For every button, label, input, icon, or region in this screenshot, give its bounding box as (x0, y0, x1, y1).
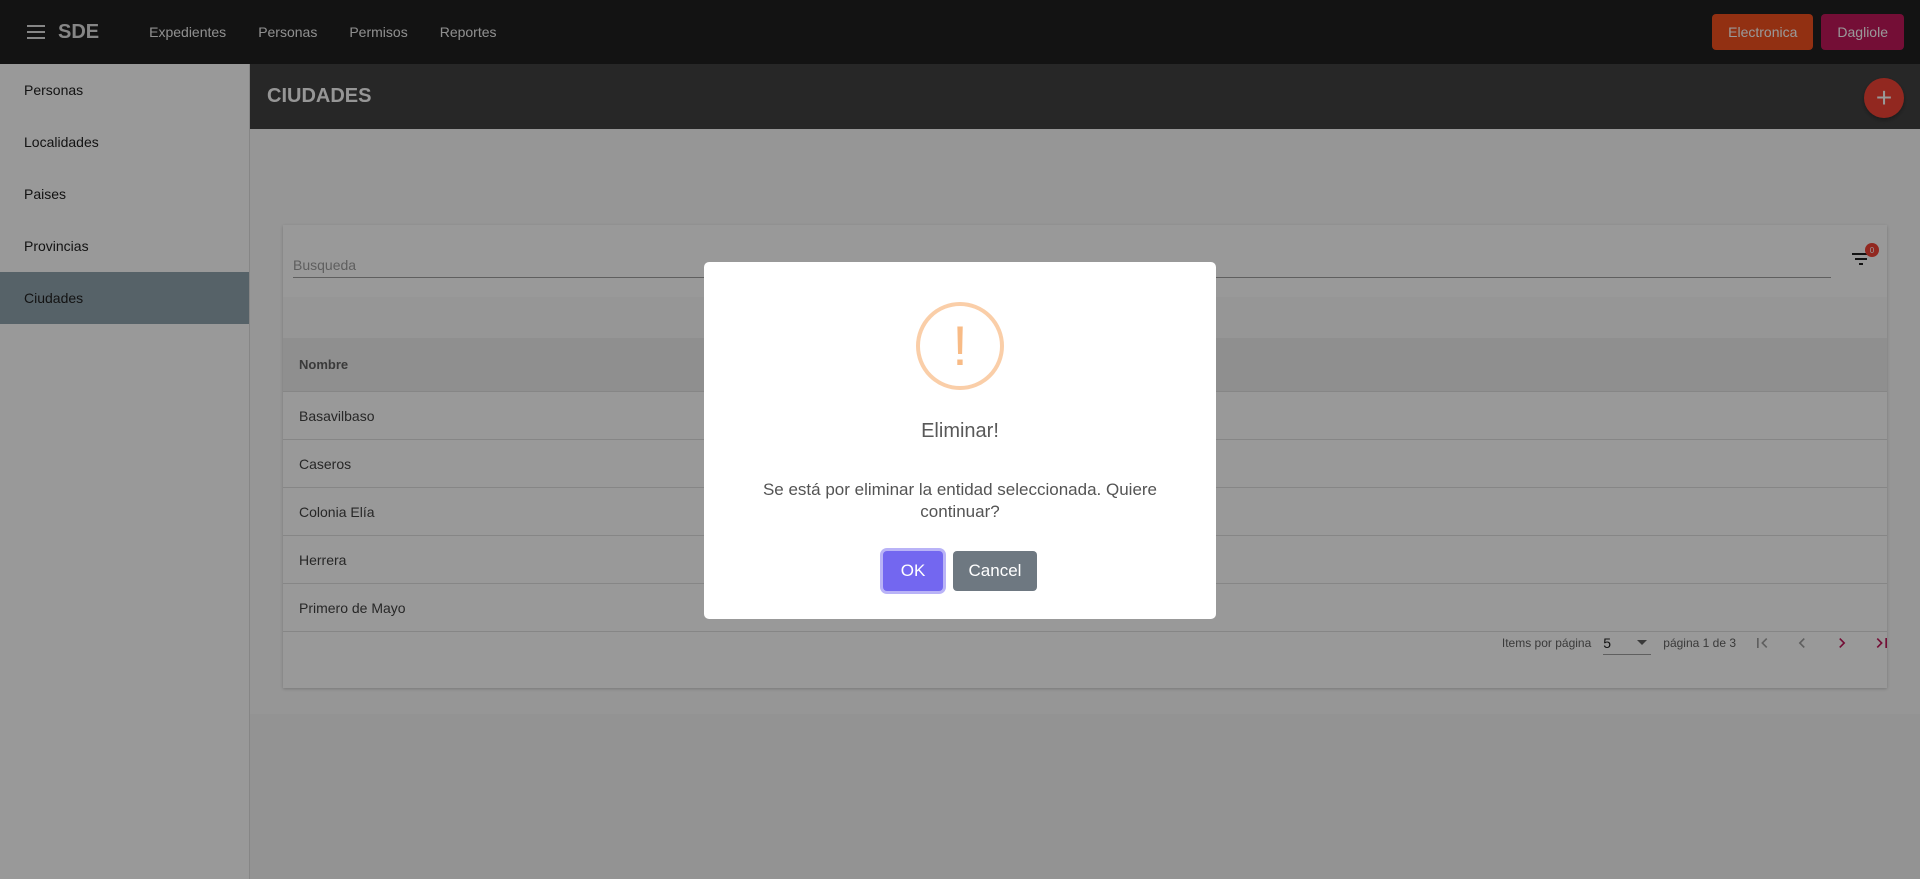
dialog-title: Eliminar! (921, 420, 999, 442)
cancel-button[interactable]: Cancel (953, 551, 1037, 591)
dialog-message: Se está por eliminar la entidad seleccio… (762, 480, 1158, 521)
dialog-actions: OK Cancel (704, 551, 1216, 591)
ok-button[interactable]: OK (883, 551, 943, 591)
confirm-delete-dialog: ! Eliminar! Se está por eliminar la enti… (704, 262, 1216, 619)
warning-icon: ! (916, 302, 1004, 390)
